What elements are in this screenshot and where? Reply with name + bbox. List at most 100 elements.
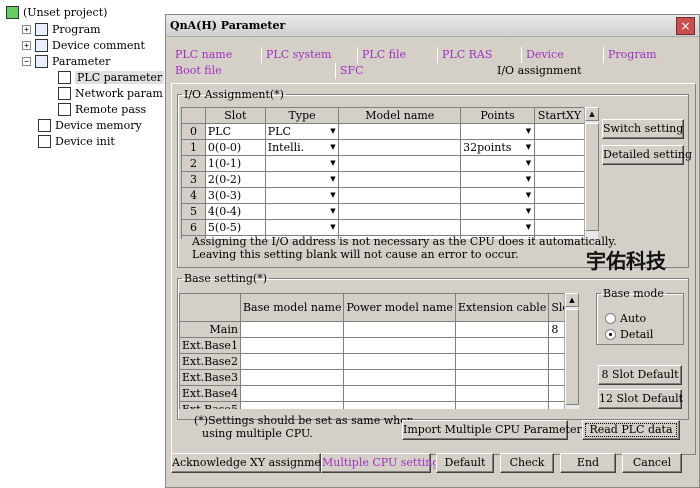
io-type-select[interactable]: PLC ▼ — [264, 123, 340, 140]
io-points-select[interactable]: ▼ — [460, 155, 535, 172]
extension-cable-input[interactable] — [454, 353, 550, 370]
default-button[interactable]: Default — [436, 453, 494, 473]
dropdown-arrow-icon[interactable]: ▼ — [524, 222, 533, 232]
io-type-select[interactable]: ▼ — [264, 187, 340, 204]
scroll-thumb[interactable] — [565, 309, 579, 405]
power-model-input[interactable] — [343, 385, 456, 402]
tree-item-device-memory[interactable]: Device memory — [38, 117, 142, 133]
io-startxy-input[interactable] — [533, 123, 586, 140]
io-model-input[interactable] — [338, 123, 462, 140]
tab-boot-file[interactable]: Boot file — [171, 63, 222, 79]
extension-cable-input[interactable] — [454, 385, 550, 402]
io-type-select[interactable]: ▼ — [264, 203, 340, 220]
dropdown-arrow-icon[interactable]: ▼ — [524, 158, 533, 168]
dropdown-arrow-icon[interactable]: ▼ — [328, 206, 337, 216]
tree-root[interactable]: (Unset project) — [6, 4, 107, 20]
tree-item-device-comment[interactable]: + Device comment — [22, 37, 145, 53]
base-model-input[interactable] — [239, 401, 345, 409]
scroll-up-icon[interactable]: ▲ — [585, 107, 599, 121]
radio-detail-icon[interactable] — [605, 329, 616, 340]
io-model-input[interactable] — [338, 203, 462, 220]
io-model-input[interactable] — [338, 139, 462, 156]
extension-cable-input[interactable] — [454, 401, 550, 409]
power-model-input[interactable] — [343, 353, 456, 370]
dropdown-arrow-icon[interactable]: ▼ — [328, 142, 337, 152]
io-type-select[interactable]: Intelli. ▼ — [264, 139, 340, 156]
dropdown-arrow-icon[interactable]: ▼ — [524, 126, 533, 136]
base-model-input[interactable] — [239, 385, 345, 402]
base-model-input[interactable] — [239, 321, 345, 338]
expand-icon[interactable]: + — [22, 40, 31, 50]
acknowledge-xy-button[interactable]: Acknowledge XY assignment — [171, 453, 333, 473]
io-startxy-input[interactable] — [533, 187, 586, 204]
dropdown-arrow-icon[interactable]: ▼ — [328, 222, 337, 232]
io-model-input[interactable] — [338, 187, 462, 204]
power-model-input[interactable] — [343, 401, 456, 409]
io-startxy-input[interactable] — [533, 139, 586, 156]
base-model-input[interactable] — [239, 353, 345, 370]
extension-cable-input[interactable] — [454, 337, 550, 354]
base-mode-detail[interactable]: Detail — [605, 328, 653, 341]
radio-auto-icon[interactable] — [605, 313, 616, 324]
dropdown-arrow-icon[interactable]: ▼ — [328, 174, 337, 184]
power-model-input[interactable] — [343, 321, 456, 338]
detailed-setting-button[interactable]: Detailed setting — [602, 145, 692, 165]
dropdown-arrow-icon[interactable]: ▼ — [524, 142, 533, 152]
dropdown-arrow-icon[interactable]: ▼ — [524, 206, 533, 216]
12-slot-default-button[interactable]: 12 Slot Default — [598, 389, 683, 409]
io-model-input[interactable] — [338, 155, 462, 172]
switch-setting-button[interactable]: Switch setting — [602, 119, 684, 139]
power-model-input[interactable] — [343, 369, 456, 386]
base-scrollbar[interactable]: ▲ — [564, 293, 579, 409]
extension-cable-input[interactable] — [454, 369, 550, 386]
tab-sfc[interactable]: SFC — [335, 63, 364, 79]
io-startxy-input[interactable] — [533, 155, 586, 172]
io-points-select[interactable]: ▼ — [460, 219, 535, 236]
scroll-thumb[interactable] — [585, 123, 599, 231]
io-points-select[interactable]: ▼ — [460, 187, 535, 204]
tree-item-program[interactable]: + Program — [22, 21, 101, 37]
power-model-input[interactable] — [343, 337, 456, 354]
base-model-input[interactable] — [239, 337, 345, 354]
tab-program[interactable]: Program — [603, 47, 657, 63]
io-points-select[interactable]: ▼ — [460, 123, 535, 140]
scroll-up-icon[interactable]: ▲ — [565, 293, 579, 307]
close-icon[interactable]: × — [676, 17, 695, 35]
tab-plc-file[interactable]: PLC file — [357, 47, 406, 63]
tree-item-network-param[interactable]: Network param — [58, 85, 163, 101]
dropdown-arrow-icon[interactable]: ▼ — [524, 174, 533, 184]
cancel-button[interactable]: Cancel — [622, 453, 682, 473]
io-points-select[interactable]: ▼ — [460, 171, 535, 188]
multiple-cpu-settings-button[interactable]: Multiple CPU settings — [321, 453, 445, 473]
io-startxy-input[interactable] — [533, 203, 586, 220]
io-type-select[interactable]: ▼ — [264, 155, 340, 172]
tab-io-assignment[interactable]: I/O assignment — [493, 63, 582, 79]
collapse-icon[interactable]: − — [22, 56, 31, 66]
io-points-select[interactable]: 32points ▼ — [460, 139, 535, 156]
tab-device[interactable]: Device — [521, 47, 564, 63]
base-mode-auto[interactable]: Auto — [605, 312, 646, 325]
dropdown-arrow-icon[interactable]: ▼ — [328, 126, 337, 136]
tree-item-remote-pass[interactable]: Remote pass — [58, 101, 146, 117]
tab-plc-ras[interactable]: PLC RAS — [437, 47, 492, 63]
io-scrollbar[interactable]: ▲ — [584, 107, 599, 239]
tree-item-device-init[interactable]: Device init — [38, 133, 115, 149]
read-plc-data-button[interactable]: Read PLC data — [582, 420, 680, 440]
check-button[interactable]: Check — [500, 453, 554, 473]
io-type-select[interactable]: ▼ — [264, 219, 340, 236]
dropdown-arrow-icon[interactable]: ▼ — [328, 190, 337, 200]
tab-plc-system[interactable]: PLC system — [261, 47, 331, 63]
io-startxy-input[interactable] — [533, 171, 586, 188]
io-startxy-input[interactable] — [533, 219, 586, 236]
io-model-input[interactable] — [338, 219, 462, 236]
extension-cable-input[interactable] — [454, 321, 550, 338]
tab-plc-name[interactable]: PLC name — [171, 47, 232, 63]
import-multiple-cpu-button[interactable]: Import Multiple CPU Parameter — [402, 420, 582, 440]
end-button[interactable]: End — [560, 453, 616, 473]
dropdown-arrow-icon[interactable]: ▼ — [328, 158, 337, 168]
io-model-input[interactable] — [338, 171, 462, 188]
base-model-input[interactable] — [239, 369, 345, 386]
expand-icon[interactable]: + — [22, 24, 31, 34]
dropdown-arrow-icon[interactable]: ▼ — [524, 190, 533, 200]
io-points-select[interactable]: ▼ — [460, 203, 535, 220]
